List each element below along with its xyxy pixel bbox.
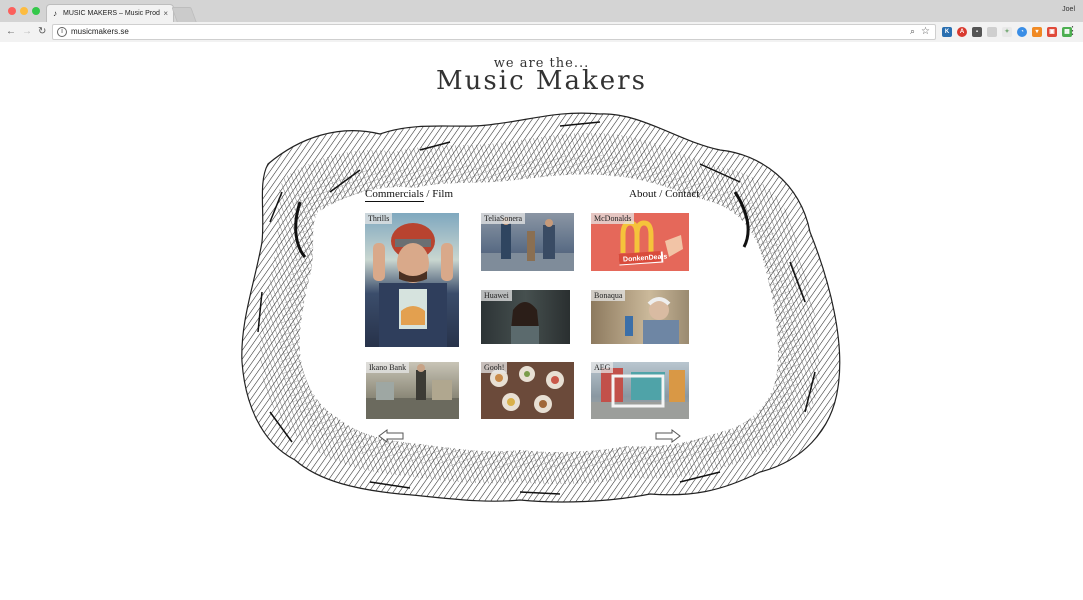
lock-extension-icon[interactable]: ▪	[972, 27, 982, 37]
info-icon[interactable]: i	[57, 27, 67, 37]
tab-close-icon[interactable]: ×	[163, 9, 168, 18]
zoom-icon[interactable]: ⌕	[910, 26, 915, 37]
extension-leaf-icon[interactable]: ✦	[1002, 27, 1012, 37]
video-tile-bonaqua[interactable]: Bonaqua	[591, 290, 689, 344]
browser-menu-icon[interactable]: ⋮	[1067, 25, 1078, 37]
thumbnail-thrills	[373, 223, 453, 347]
new-tab-button[interactable]	[171, 7, 197, 22]
tile-label-aeg: AEG	[591, 362, 614, 373]
profile-name[interactable]: Joel	[1062, 6, 1075, 13]
browser-chrome: ♪ MUSIC MAKERS – Music Prod × Joel ← → ↻…	[0, 0, 1083, 42]
tile-label-mcdonalds: McDonalds	[591, 213, 635, 224]
address-bar[interactable]: i musicmakers.se ⌕ ☆	[52, 24, 936, 40]
info-nav: About / Contact	[629, 188, 699, 200]
browser-toolbar: ← → ↻ i musicmakers.se ⌕ ☆	[0, 22, 1083, 42]
nav-separator: /	[426, 188, 430, 200]
bookmark-star-icon[interactable]: ☆	[921, 26, 930, 37]
extension-orange-icon[interactable]: ▾	[1032, 27, 1042, 37]
nav-film-link[interactable]: Film	[432, 188, 453, 200]
browser-tab[interactable]: ♪ MUSIC MAKERS – Music Prod ×	[46, 4, 174, 22]
video-tile-teliasonera[interactable]: TeliaSonera	[481, 213, 574, 271]
tile-label-bonaqua: Bonaqua	[591, 290, 626, 301]
tile-label-ikano-bank: Ikano Bank	[366, 362, 410, 373]
adblock-icon[interactable]: A	[957, 27, 967, 37]
webpage: we are the... Music Makers Commercials /…	[0, 42, 1083, 600]
extension-red-icon[interactable]: ▣	[1047, 27, 1057, 37]
video-tile-huawei[interactable]: Huawei	[481, 290, 570, 344]
nav-separator: /	[659, 188, 663, 200]
tab-title: MUSIC MAKERS – Music Prod	[63, 10, 160, 17]
back-arrow-icon[interactable]: ←	[6, 25, 16, 39]
music-note-icon: ♪	[53, 9, 57, 18]
nav-contact-link[interactable]: Contact	[665, 188, 699, 200]
video-tile-mcdonalds[interactable]: DonkenDeals McDonalds	[591, 213, 689, 271]
extension-k-icon[interactable]: K	[942, 27, 952, 37]
tile-label-teliasonera: TeliaSonera	[481, 213, 526, 224]
right-arrow-icon[interactable]	[654, 428, 682, 444]
video-tile-thrills[interactable]: Thrills	[365, 213, 459, 347]
category-nav: Commercials / Film	[365, 188, 453, 202]
video-tile-aeg[interactable]: AEG	[591, 362, 689, 419]
close-window-button[interactable]	[8, 7, 16, 15]
tab-strip: ♪ MUSIC MAKERS – Music Prod × Joel	[0, 0, 1083, 22]
extension-gray-icon[interactable]	[987, 27, 997, 37]
video-tile-gooh[interactable]: Gooh!	[481, 362, 574, 419]
tile-label-gooh: Gooh!	[481, 362, 508, 373]
forward-arrow-icon[interactable]: →	[22, 25, 32, 39]
tile-label-thrills: Thrills	[365, 213, 393, 224]
nav-about-link[interactable]: About	[629, 188, 657, 200]
reload-icon[interactable]: ↻	[38, 25, 46, 39]
url-text[interactable]: musicmakers.se	[71, 27, 129, 36]
minimize-window-button[interactable]	[20, 7, 28, 15]
maximize-window-button[interactable]	[32, 7, 40, 15]
left-arrow-icon[interactable]	[377, 428, 405, 444]
video-tile-ikano-bank[interactable]: Ikano Bank	[366, 362, 459, 419]
tile-label-huawei: Huawei	[481, 290, 512, 301]
nav-commercials-link[interactable]: Commercials	[365, 188, 424, 202]
extension-blue-icon[interactable]: ◔	[1017, 27, 1027, 37]
